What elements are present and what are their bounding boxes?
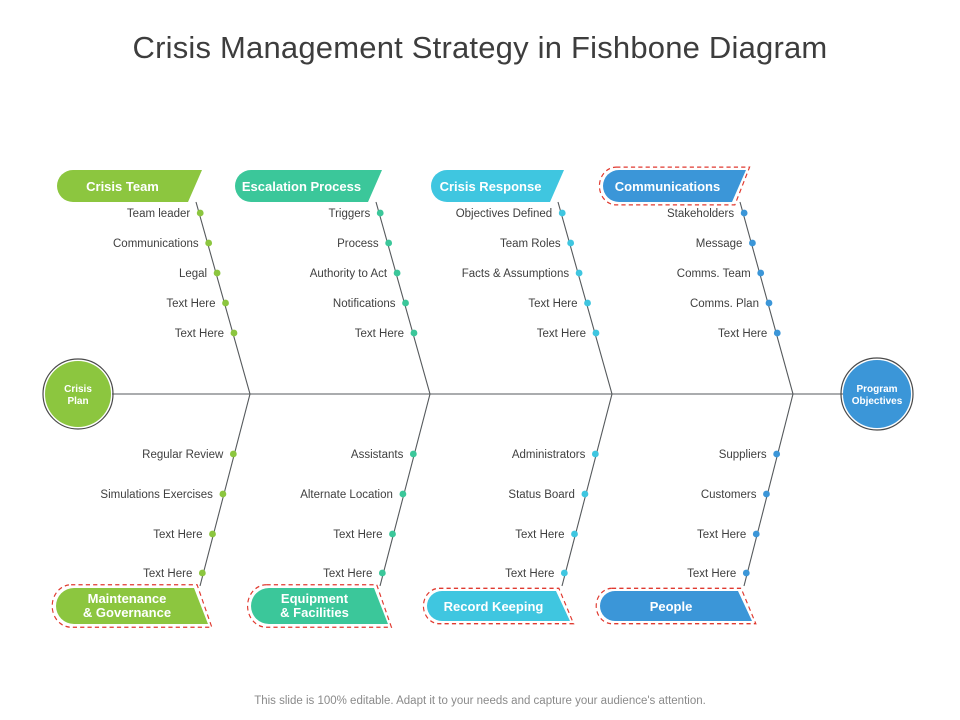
fishbone-diagram: Crisis Team Team leader Communications Lega… — [42, 166, 914, 628]
category-label-text: Crisis Team — [86, 179, 159, 194]
head-circle-left[interactable]: CrisisPlan — [42, 358, 114, 430]
category-label-bottom-0[interactable]: Maintenance& Governance — [51, 584, 213, 628]
bone-dot — [205, 239, 213, 247]
bone-dot — [742, 569, 750, 577]
item-label: Facts & Assumptions — [462, 268, 570, 280]
head-label-line1: Crisis — [64, 384, 92, 395]
bone-dot — [209, 530, 216, 538]
item-label: Text Here — [355, 328, 404, 340]
bone-dot — [222, 299, 229, 307]
item-label: Simulations Exercises — [100, 489, 213, 501]
item-label: Team Roles — [500, 238, 561, 250]
item-label: Suppliers — [719, 449, 767, 461]
bone-dot — [560, 569, 568, 577]
item-label: Administrators — [512, 449, 586, 461]
category-label-top-1[interactable]: Escalation Process — [235, 170, 382, 202]
item-label: Alternate Location — [300, 489, 393, 501]
bone-dot — [389, 530, 396, 538]
bone-dot — [213, 269, 221, 277]
category-label-top-2[interactable]: Crisis Response — [431, 170, 564, 202]
item-label: Text Here — [687, 568, 736, 580]
item-label: Text Here — [323, 568, 372, 580]
bone-dot — [402, 299, 409, 307]
item-label: Objectives Defined — [456, 208, 553, 220]
bone-dot — [567, 239, 575, 247]
bone-dot — [592, 329, 600, 337]
item-label: Text Here — [166, 298, 215, 310]
item-label: Legal — [179, 268, 207, 280]
item-label: Text Here — [528, 298, 577, 310]
bone-dot — [196, 209, 204, 217]
item-label: Comms. Plan — [690, 298, 759, 310]
item-label: Team leader — [127, 208, 190, 220]
bone-dot — [584, 299, 591, 307]
category-label-bottom-2[interactable]: Record Keeping — [422, 587, 575, 625]
category-label-bottom-1[interactable]: Equipment& Facilities — [247, 584, 393, 628]
bone-dot — [763, 490, 770, 498]
bone-dot — [558, 209, 566, 217]
category-label-text: Crisis Response — [440, 179, 542, 194]
item-label: Text Here — [333, 529, 382, 541]
category-label-text: Equipment — [281, 591, 349, 606]
bone-dot — [198, 569, 206, 577]
bone-dot — [575, 269, 583, 277]
item-label: Authority to Act — [310, 268, 388, 280]
head-label-line2: Objectives — [852, 396, 903, 407]
item-label: Triggers — [328, 208, 370, 220]
head-label-line1: Program — [856, 384, 897, 395]
item-label: Text Here — [153, 529, 202, 541]
bone-dot — [591, 450, 599, 458]
item-label: Text Here — [505, 568, 554, 580]
category-label-text: Communications — [615, 179, 720, 194]
item-label: Notifications — [333, 298, 396, 310]
category-label-text: Record Keeping — [444, 599, 544, 614]
item-label: Process — [337, 238, 379, 250]
bone-dot — [752, 530, 760, 538]
category-label-text: Escalation Process — [242, 179, 361, 194]
bone-dot — [219, 490, 227, 498]
bone-dot — [378, 569, 386, 577]
head-circle-right[interactable]: ProgramObjectives — [840, 357, 914, 431]
bone-dot — [740, 209, 748, 217]
category-label-text-line2: & Governance — [83, 605, 171, 620]
footer-note: This slide is 100% editable. Adapt it to… — [254, 695, 706, 707]
item-label: Text Here — [537, 328, 586, 340]
item-label: Communications — [113, 238, 199, 250]
category-label-text: People — [650, 599, 693, 614]
category-label-top-0[interactable]: Crisis Team — [57, 170, 202, 202]
category-label-text-line2: & Facilities — [280, 605, 349, 620]
item-label: Text Here — [175, 328, 224, 340]
head-label-line2: Plan — [67, 396, 88, 407]
item-label: Text Here — [697, 529, 746, 541]
item-label: Regular Review — [142, 449, 224, 461]
slide-canvas: Crisis Management Strategy in Fishbone D… — [0, 0, 960, 720]
item-label: Text Here — [718, 328, 767, 340]
bone-dot — [376, 209, 384, 217]
bone-dot — [410, 329, 418, 337]
bone-dot — [229, 450, 237, 458]
category-label-text: Maintenance — [88, 591, 167, 606]
bone-dot — [385, 239, 393, 247]
category-label-bottom-3[interactable]: People — [595, 587, 757, 625]
bone-dot — [773, 329, 781, 337]
item-label: Assistants — [351, 449, 404, 461]
bone-dot — [749, 239, 756, 247]
bone-dot — [409, 450, 417, 458]
item-label: Stakeholders — [667, 208, 734, 220]
item-label: Message — [696, 238, 743, 250]
bone-dot — [230, 329, 238, 337]
bone-dot — [581, 490, 589, 498]
bone-dot — [393, 269, 401, 277]
item-label: Status Board — [508, 489, 574, 501]
bone-dot — [765, 299, 773, 307]
category-label-top-3[interactable]: Communications — [598, 166, 751, 206]
item-label: Customers — [701, 489, 757, 501]
bone-dot — [399, 490, 407, 498]
item-label: Text Here — [515, 529, 564, 541]
bone-dot — [757, 269, 765, 277]
bone-dot — [571, 530, 578, 538]
bone-dot — [773, 450, 781, 458]
item-label: Text Here — [143, 568, 192, 580]
item-label: Comms. Team — [677, 268, 751, 280]
